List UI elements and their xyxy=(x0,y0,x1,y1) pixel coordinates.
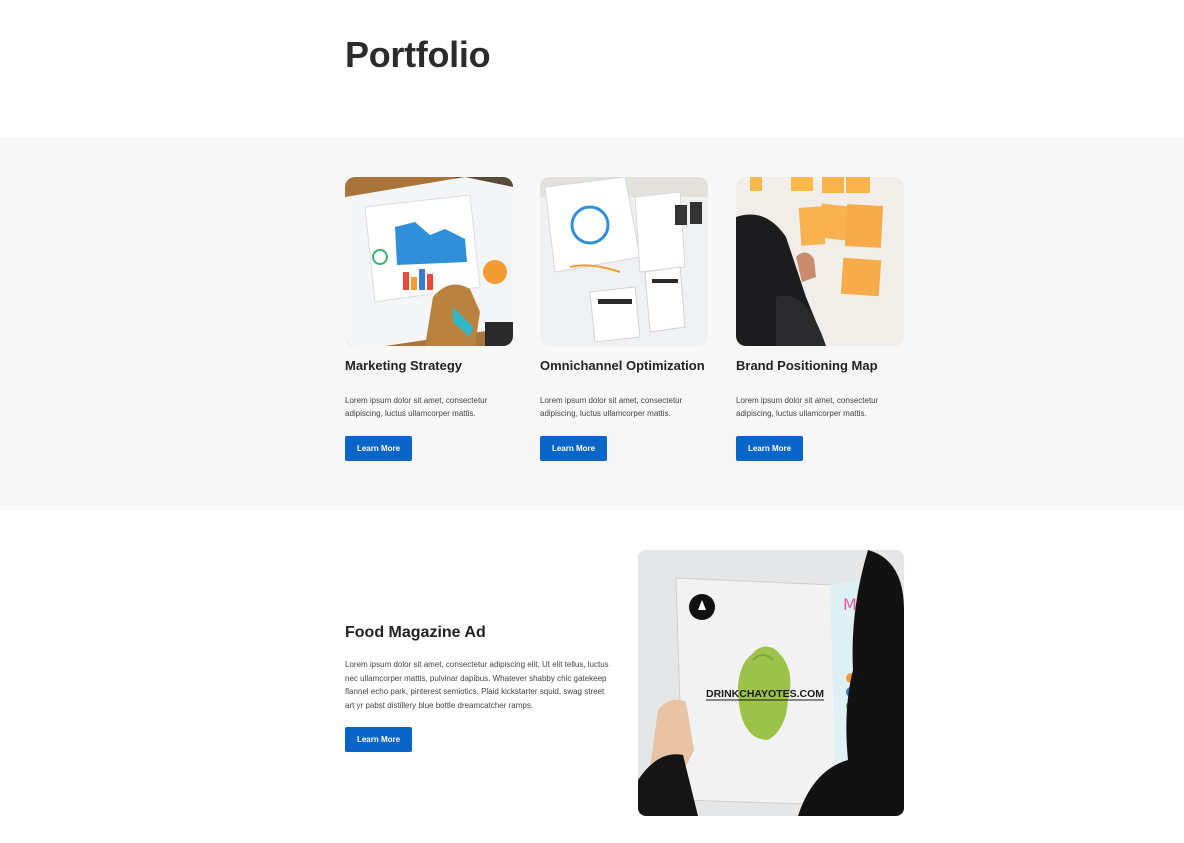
card-title: Brand Positioning Map xyxy=(736,358,878,373)
food-magazine-ad-image: M DRINKCHAYOTES.COM xyxy=(638,550,904,816)
ad-headline-text: DRINKCHAYOTES.COM xyxy=(706,688,824,700)
learn-more-button[interactable]: Learn More xyxy=(345,727,412,752)
svg-text:M: M xyxy=(843,595,857,614)
card-title: Omnichannel Optimization xyxy=(540,358,705,373)
learn-more-button[interactable]: Learn More xyxy=(736,436,803,461)
marketing-strategy-image xyxy=(345,177,513,346)
learn-more-button[interactable]: Learn More xyxy=(540,436,607,461)
portfolio-card-marketing-strategy: Marketing Strategy Lorem ipsum dolor sit… xyxy=(345,177,513,461)
card-description: Lorem ipsum dolor sit amet, consectetur … xyxy=(736,396,879,418)
feature-title: Food Magazine Ad xyxy=(345,624,486,641)
page-title: Portfolio xyxy=(345,34,491,75)
omnichannel-optimization-image xyxy=(540,177,708,346)
card-description: Lorem ipsum dolor sit amet, consectetur … xyxy=(540,396,683,418)
feature-description: Lorem ipsum dolor sit amet, consectetur … xyxy=(345,660,609,710)
portfolio-card-omnichannel-optimization: Omnichannel Optimization Lorem ipsum dol… xyxy=(540,177,708,461)
card-description: Lorem ipsum dolor sit amet, consectetur … xyxy=(345,396,488,418)
learn-more-button[interactable]: Learn More xyxy=(345,436,412,461)
card-title: Marketing Strategy xyxy=(345,358,463,373)
brand-positioning-map-image xyxy=(736,177,904,346)
portfolio-card-brand-positioning-map: Brand Positioning Map Lorem ipsum dolor … xyxy=(736,177,904,461)
